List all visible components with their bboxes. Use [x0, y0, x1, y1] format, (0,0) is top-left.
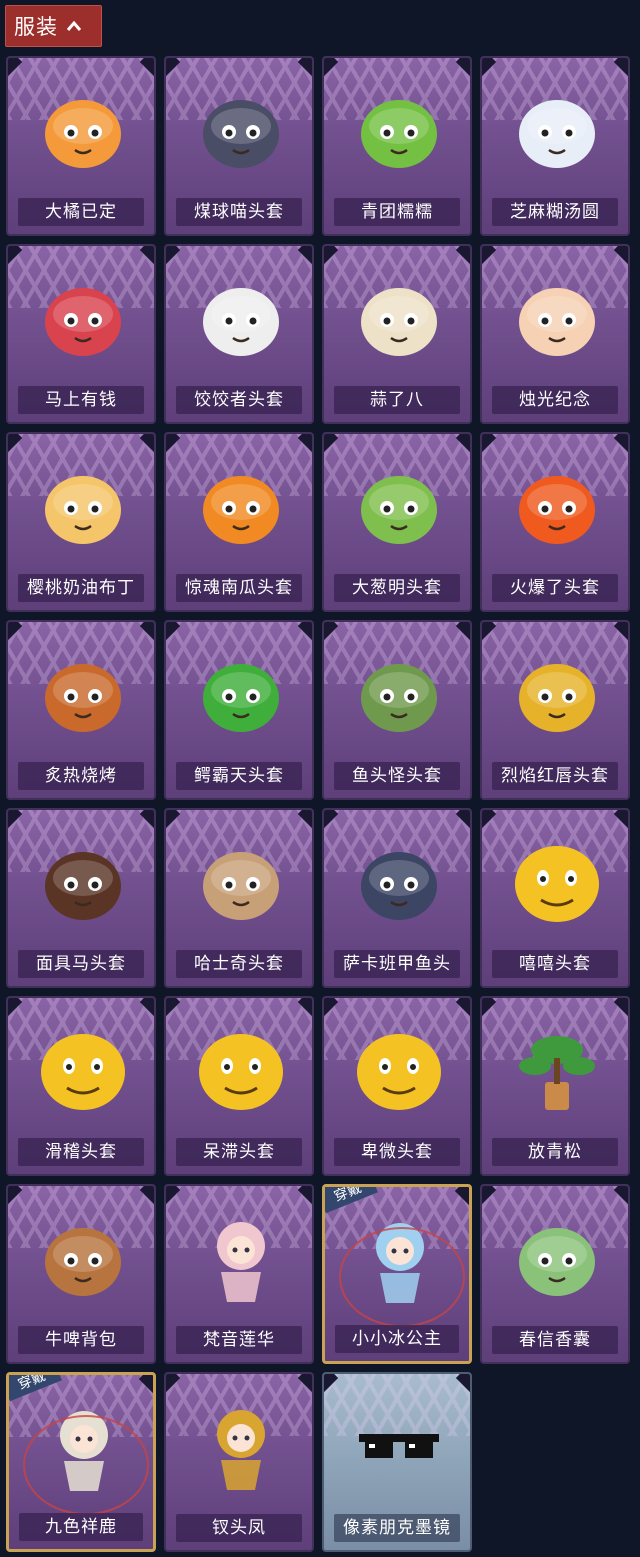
outfit-name: 放青松: [492, 1138, 618, 1166]
outfit-name: 呆滞头套: [176, 1138, 302, 1166]
fish-head-icon: [349, 832, 449, 932]
garlic-head-icon: [349, 268, 449, 368]
outfit-name: 卑微头套: [334, 1138, 460, 1166]
worn-highlight-ring: [339, 1227, 465, 1327]
outfit-name: 春信香囊: [492, 1326, 618, 1354]
fish-head-mask-icon: [349, 644, 449, 744]
outfit-card[interactable]: 火爆了头套: [480, 432, 630, 612]
orange-slice-icon: [33, 80, 133, 180]
outfit-name: 炙热烧烤: [18, 762, 144, 790]
outfit-card[interactable]: 梵音莲华: [164, 1184, 314, 1364]
outfit-card[interactable]: 穿戴 九色祥鹿: [6, 1372, 156, 1552]
chevron-up-icon: [66, 18, 82, 34]
fire-head-icon: [507, 456, 607, 556]
outfit-name: 像素朋克墨镜: [334, 1514, 460, 1542]
outfit-name: 嘻嘻头套: [492, 950, 618, 978]
outfit-card[interactable]: 烈焰红唇头套: [480, 620, 630, 800]
stare-emoji-icon: [191, 1020, 291, 1120]
outfit-card[interactable]: 放青松: [480, 996, 630, 1176]
red-horse-head-icon: [33, 268, 133, 368]
outfit-name: 煤球喵头套: [176, 198, 302, 226]
pumpkin-head-icon: [191, 456, 291, 556]
horse-mask-icon: [33, 832, 133, 932]
white-dumpling-icon: [507, 80, 607, 180]
outfit-card[interactable]: 青团糯糯: [322, 56, 472, 236]
outfit-name: 牛啤背包: [18, 1326, 144, 1354]
outfit-card[interactable]: 烛光纪念: [480, 244, 630, 424]
outfit-card[interactable]: 春信香囊: [480, 1184, 630, 1364]
outfit-card[interactable]: 嘻嘻头套: [480, 808, 630, 988]
outfit-card[interactable]: 面具马头套: [6, 808, 156, 988]
pixel-sunglasses-icon: [349, 1396, 449, 1496]
outfit-name: 九色祥鹿: [19, 1513, 143, 1541]
lotus-girl-icon: [191, 1208, 291, 1308]
outfit-category-toggle[interactable]: 服装: [5, 5, 102, 47]
yellow-mask-sunglasses-icon: [507, 644, 607, 744]
outfit-name: 哈士奇头套: [176, 950, 302, 978]
outfit-name: 樱桃奶油布丁: [18, 574, 144, 602]
outfit-card[interactable]: 饺饺者头套: [164, 244, 314, 424]
outfit-card[interactable]: 樱桃奶油布丁: [6, 432, 156, 612]
green-dumpling-icon: [349, 80, 449, 180]
outfit-card[interactable]: 萨卡班甲鱼头: [322, 808, 472, 988]
candle-head-icon: [507, 268, 607, 368]
outfit-name: 梵音莲华: [176, 1326, 302, 1354]
outfit-name: 马上有钱: [18, 386, 144, 414]
meat-bone-head-icon: [33, 644, 133, 744]
outfit-card[interactable]: 鱼头怪头套: [322, 620, 472, 800]
outfit-card[interactable]: 大橘已定: [6, 56, 156, 236]
outfit-name: 蒜了八: [334, 386, 460, 414]
pudding-head-icon: [33, 456, 133, 556]
dog-head-sunglasses-icon: [191, 832, 291, 932]
outfit-card[interactable]: 牛啤背包: [6, 1184, 156, 1364]
outfit-name: 青团糯糯: [334, 198, 460, 226]
bonsai-tree-icon: [507, 1020, 607, 1120]
outfit-card[interactable]: 马上有钱: [6, 244, 156, 424]
outfit-card[interactable]: 穿戴 小小冰公主: [322, 1184, 472, 1364]
outfit-card[interactable]: 鳄霸天头套: [164, 620, 314, 800]
outfit-name: 烛光纪念: [492, 386, 618, 414]
outfit-card[interactable]: 哈士奇头套: [164, 808, 314, 988]
outfit-name: 大葱明头套: [334, 574, 460, 602]
outfit-card[interactable]: 滑稽头套: [6, 996, 156, 1176]
outfit-name: 小小冰公主: [335, 1325, 459, 1353]
outfit-card[interactable]: 卑微头套: [322, 996, 472, 1176]
outfit-card[interactable]: 炙热烧烤: [6, 620, 156, 800]
cloud-head-icon: [191, 268, 291, 368]
outfit-card[interactable]: 钗头凤: [164, 1372, 314, 1552]
sachet-icon: [507, 1208, 607, 1308]
outfit-name: 大橘已定: [18, 198, 144, 226]
phoenix-crown-girl-icon: [191, 1396, 291, 1496]
outfit-name: 火爆了头套: [492, 574, 618, 602]
outfit-card[interactable]: 蒜了八: [322, 244, 472, 424]
outfit-name: 惊魂南瓜头套: [176, 574, 302, 602]
outfit-name: 芝麻糊汤圆: [492, 198, 618, 226]
outfit-name: 鳄霸天头套: [176, 762, 302, 790]
outfit-name: 面具马头套: [18, 950, 144, 978]
outfit-card[interactable]: 惊魂南瓜头套: [164, 432, 314, 612]
grin-emoji-icon: [507, 832, 607, 932]
smirk-emoji-icon: [33, 1020, 133, 1120]
outfit-name: 烈焰红唇头套: [492, 762, 618, 790]
outfit-card[interactable]: 像素朋克墨镜: [322, 1372, 472, 1552]
outfit-card[interactable]: 呆滞头套: [164, 996, 314, 1176]
outfit-card[interactable]: 大葱明头套: [322, 432, 472, 612]
worn-highlight-ring: [23, 1415, 149, 1515]
pleading-emoji-icon: [349, 1020, 449, 1120]
green-onion-head-icon: [349, 456, 449, 556]
outfit-card[interactable]: 煤球喵头套: [164, 56, 314, 236]
outfit-name: 滑稽头套: [18, 1138, 144, 1166]
crocodile-head-icon: [191, 644, 291, 744]
outfit-name: 鱼头怪头套: [334, 762, 460, 790]
category-label: 服装: [14, 15, 58, 39]
outfit-name: 钗头凤: [176, 1514, 302, 1542]
cow-beer-backpack-icon: [33, 1208, 133, 1308]
outfit-name: 饺饺者头套: [176, 386, 302, 414]
outfit-card[interactable]: 芝麻糊汤圆: [480, 56, 630, 236]
gray-cat-head-icon: [191, 80, 291, 180]
outfit-name: 萨卡班甲鱼头: [334, 950, 460, 978]
